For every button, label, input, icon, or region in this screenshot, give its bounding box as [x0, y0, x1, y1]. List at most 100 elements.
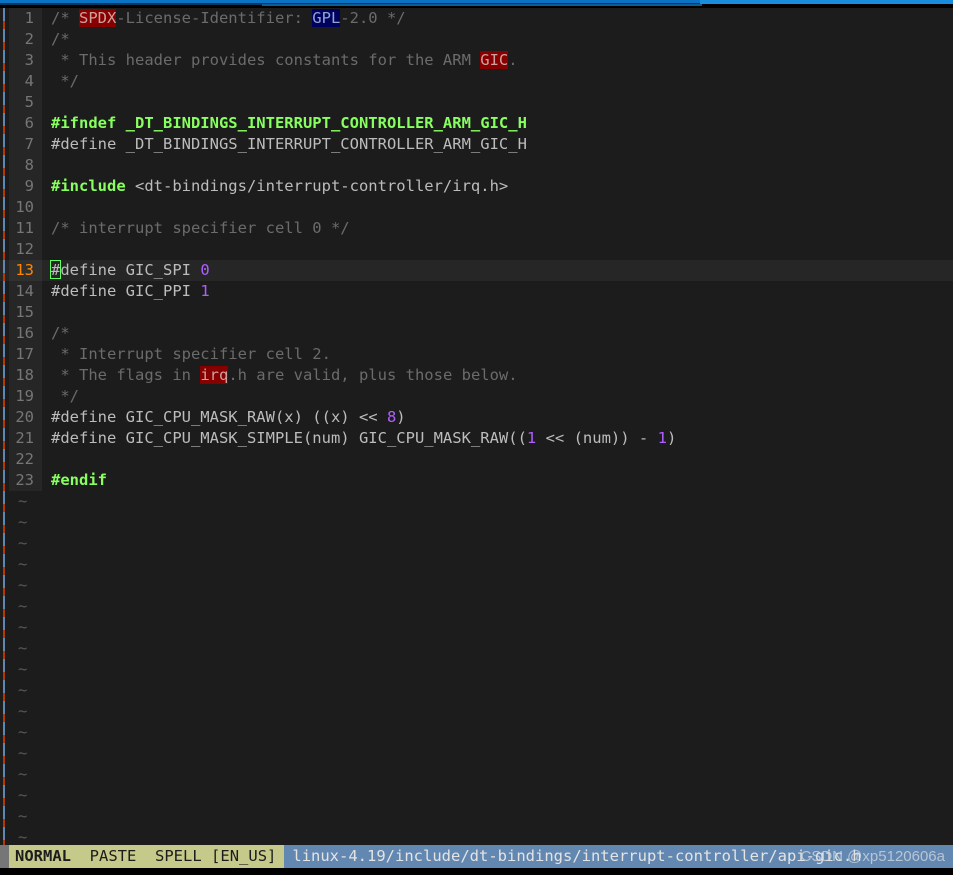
- code-line[interactable]: 10: [0, 197, 953, 218]
- line-number: 1: [9, 8, 42, 29]
- code-line[interactable]: 3 * This header provides constants for t…: [0, 50, 953, 71]
- tilde-filler-glyph: ~: [18, 786, 28, 804]
- code-line[interactable]: 16 /*: [0, 323, 953, 344]
- code-line-text[interactable]: [42, 302, 953, 323]
- code-line-text[interactable]: #endif: [42, 470, 953, 491]
- empty-buffer-line: ~: [0, 533, 953, 554]
- status-spell-label: SPELL: [155, 847, 202, 865]
- code-line-text[interactable]: #define GIC_CPU_MASK_SIMPLE(num) GIC_CPU…: [42, 428, 953, 449]
- tilde-filler-glyph: ~: [18, 639, 28, 657]
- line-number: 20: [9, 407, 42, 428]
- code-token: GPL: [312, 9, 341, 27]
- code-token: ): [666, 429, 677, 447]
- code-line[interactable]: 21 #define GIC_CPU_MASK_SIMPLE(num) GIC_C…: [0, 428, 953, 449]
- code-token: -License-Identifier:: [116, 9, 313, 27]
- sign-column-marker: [0, 344, 9, 365]
- code-line[interactable]: 14 #define GIC_PPI 1: [0, 281, 953, 302]
- tilde-filler-glyph: ~: [18, 618, 28, 636]
- code-line[interactable]: 20 #define GIC_CPU_MASK_RAW(x) ((x) << 8): [0, 407, 953, 428]
- code-line-text[interactable]: [42, 155, 953, 176]
- code-token: <dt-bindings/interrupt-controller/irq.h>: [125, 177, 509, 195]
- status-paste-label: PASTE: [89, 847, 137, 865]
- code-token: .h are valid, plus those below.: [228, 366, 518, 384]
- line-number: 3: [9, 50, 42, 71]
- code-line-text[interactable]: #include <dt-bindings/interrupt-controll…: [42, 176, 953, 197]
- code-line-text[interactable]: /*: [42, 29, 953, 50]
- line-number: 2: [9, 29, 42, 50]
- sign-column-marker: [0, 659, 9, 680]
- code-line-text[interactable]: #define GIC_SPI 0: [42, 260, 953, 281]
- code-line[interactable]: 4 */: [0, 71, 953, 92]
- code-line-text[interactable]: #define GIC_CPU_MASK_RAW(x) ((x) << 8): [42, 407, 953, 428]
- line-number: 9: [9, 176, 42, 197]
- code-line-text[interactable]: [42, 92, 953, 113]
- code-line[interactable]: 18 * The flags in irq.h are valid, plus …: [0, 365, 953, 386]
- code-line-text[interactable]: #ifndef _DT_BINDINGS_INTERRUPT_CONTROLLE…: [42, 113, 953, 134]
- code-line-text[interactable]: * The flags in irq.h are valid, plus tho…: [42, 365, 953, 386]
- status-spell-lang-label: [EN_US]: [211, 847, 277, 865]
- code-line-text[interactable]: */: [42, 386, 953, 407]
- code-token: */: [51, 72, 79, 90]
- code-line[interactable]: 7 #define _DT_BINDINGS_INTERRUPT_CONTROLL…: [0, 134, 953, 155]
- code-line-text[interactable]: #define _DT_BINDINGS_INTERRUPT_CONTROLLE…: [42, 134, 953, 155]
- code-line[interactable]: 13 #define GIC_SPI 0: [0, 260, 953, 281]
- editor-buffer[interactable]: 1/* SPDX-License-Identifier: GPL-2.0 */2…: [0, 8, 953, 848]
- sign-column-marker: [0, 8, 9, 29]
- title-bar-shadow-right: [262, 4, 702, 6]
- code-line[interactable]: 6 #ifndef _DT_BINDINGS_INTERRUPT_CONTROLL…: [0, 113, 953, 134]
- code-line-text[interactable]: #define GIC_PPI 1: [42, 281, 953, 302]
- tilde-filler-glyph: ~: [18, 492, 28, 510]
- sign-column-marker: [0, 491, 9, 512]
- code-token: * Interrupt specifier cell 2.: [51, 345, 331, 363]
- sign-column-marker: [0, 71, 9, 92]
- code-token: /*: [51, 30, 70, 48]
- sign-column-marker: [0, 365, 9, 386]
- code-line[interactable]: 22: [0, 449, 953, 470]
- status-separator-1: [71, 845, 90, 868]
- code-line[interactable]: 11 /* interrupt specifier cell 0 */: [0, 218, 953, 239]
- line-number: 13: [9, 260, 42, 281]
- code-line[interactable]: 17 * Interrupt specifier cell 2.: [0, 344, 953, 365]
- line-number: 18: [9, 365, 42, 386]
- code-line-text[interactable]: /*: [42, 323, 953, 344]
- code-token: 0: [200, 261, 210, 279]
- command-line[interactable]: /interrupt-controller/irq.h" 23L, 580C: [0, 868, 953, 875]
- code-token: #define _DT_BINDINGS_INTERRUPT_CONTROLLE…: [51, 135, 527, 153]
- sign-column-marker: [0, 722, 9, 743]
- tilde-filler-glyph: ~: [18, 534, 28, 552]
- sign-column-marker: [0, 764, 9, 785]
- sign-column-marker: [0, 323, 9, 344]
- code-line-text[interactable]: [42, 239, 953, 260]
- code-line-text[interactable]: * Interrupt specifier cell 2.: [42, 344, 953, 365]
- line-number: 8: [9, 155, 42, 176]
- code-token: #define GIC_PPI: [51, 282, 201, 300]
- code-line[interactable]: 9 #include <dt-bindings/interrupt-control…: [0, 176, 953, 197]
- code-line-text[interactable]: /* SPDX-License-Identifier: GPL-2.0 */: [42, 8, 953, 29]
- code-line[interactable]: 8: [0, 155, 953, 176]
- empty-buffer-line: ~: [0, 722, 953, 743]
- code-line[interactable]: 19 */: [0, 386, 953, 407]
- tilde-filler-glyph: ~: [18, 597, 28, 615]
- code-line-text[interactable]: * This header provides constants for the…: [42, 50, 953, 71]
- line-number: 17: [9, 344, 42, 365]
- empty-buffer-line: ~: [0, 491, 953, 512]
- sign-column-marker: [0, 134, 9, 155]
- code-line[interactable]: 12: [0, 239, 953, 260]
- code-line[interactable]: 15: [0, 302, 953, 323]
- sign-column-marker: [0, 554, 9, 575]
- code-line[interactable]: 1/* SPDX-License-Identifier: GPL-2.0 */: [0, 8, 953, 29]
- empty-buffer-line: ~: [0, 764, 953, 785]
- code-line-text[interactable]: [42, 197, 953, 218]
- code-token: .: [508, 51, 518, 69]
- code-line-text[interactable]: /* interrupt specifier cell 0 */: [42, 218, 953, 239]
- sign-column-marker: [0, 50, 9, 71]
- code-line-text[interactable]: [42, 449, 953, 470]
- sign-column-marker: [0, 239, 9, 260]
- code-line[interactable]: 2 /*: [0, 29, 953, 50]
- sign-column-marker: [0, 617, 9, 638]
- code-line[interactable]: 23 #endif: [0, 470, 953, 491]
- code-line-text[interactable]: */: [42, 71, 953, 92]
- sign-column-marker: [0, 785, 9, 806]
- line-number: 11: [9, 218, 42, 239]
- code-line[interactable]: 5: [0, 92, 953, 113]
